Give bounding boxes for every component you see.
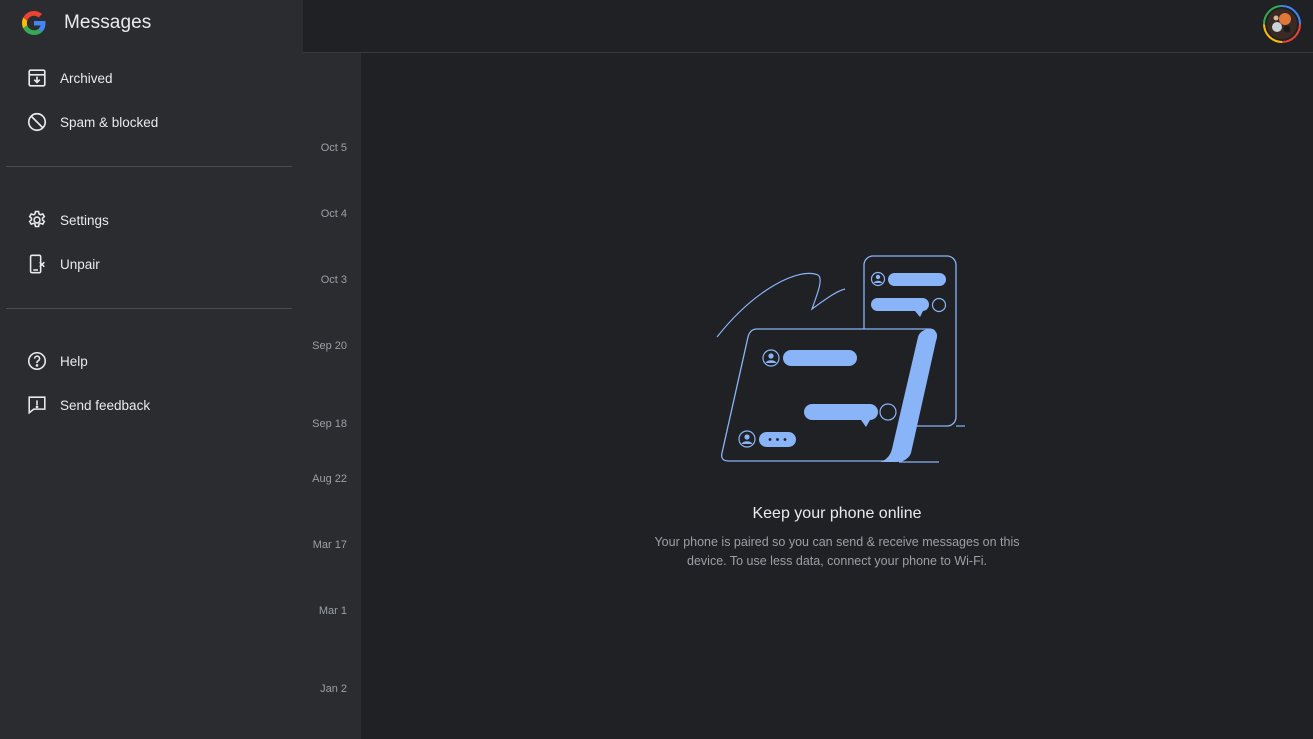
drawer-item-archived[interactable]: Archived: [26, 66, 113, 90]
drawer-item-unpair[interactable]: Unpair: [26, 252, 100, 276]
drawer-item-label: Help: [60, 353, 88, 369]
avatar-image: [1263, 5, 1301, 43]
empty-state-body: Your phone is paired so you can send & r…: [654, 535, 1020, 568]
messages-app: Messages Archived Spam & blocked Setting…: [0, 0, 1313, 739]
drawer-item-label: Settings: [60, 212, 109, 228]
unpair-device-icon: [29, 254, 45, 274]
drawer-item-label: Unpair: [60, 256, 100, 272]
conversation-date[interactable]: Oct 3: [321, 274, 347, 286]
app-brand: Messages: [22, 10, 151, 36]
archive-icon: [28, 69, 46, 87]
drawer-item-label: Send feedback: [60, 397, 151, 413]
empty-state-title: Keep your phone online: [752, 505, 922, 522]
main-panel: Keep your phone online Your phone is pai…: [361, 53, 1313, 739]
drawer-divider: [6, 166, 292, 167]
drawer-item-spam-blocked[interactable]: Spam & blocked: [26, 110, 158, 134]
conversation-date[interactable]: Mar 17: [313, 539, 347, 551]
account-avatar[interactable]: [1263, 5, 1301, 43]
gear-icon: [28, 210, 46, 228]
drawer-item-help[interactable]: Help: [26, 349, 88, 373]
conversation-date[interactable]: Sep 20: [312, 340, 347, 352]
feedback-icon: [28, 396, 46, 415]
drawer-item-label: Spam & blocked: [60, 114, 159, 130]
drawer-item-send-feedback[interactable]: Send feedback: [26, 393, 150, 417]
drawer-divider: [6, 308, 292, 309]
google-logo-icon: [22, 11, 46, 35]
conversation-date[interactable]: Jan 2: [320, 683, 347, 695]
conversation-date[interactable]: Oct 4: [321, 208, 347, 220]
block-icon: [27, 112, 47, 132]
drawer-item-settings[interactable]: Settings: [26, 208, 109, 232]
conversation-date[interactable]: Sep 18: [312, 418, 347, 430]
navigation-drawer: Messages Archived Spam & blocked Setting…: [0, 0, 303, 739]
app-title: Messages: [64, 12, 152, 33]
conversation-date[interactable]: Aug 22: [312, 473, 347, 485]
phone-sync-illustration: [716, 255, 965, 463]
top-bar: [303, 0, 1313, 53]
conversation-date[interactable]: Mar 1: [319, 605, 347, 617]
conversation-date[interactable]: Oct 5: [321, 142, 347, 154]
help-circle-icon: [27, 351, 47, 371]
drawer-item-label: Archived: [60, 70, 113, 86]
conversation-date-strip: Oct 5 Oct 4 Oct 3 Sep 20 Sep 18 Aug 22 M…: [303, 53, 361, 739]
